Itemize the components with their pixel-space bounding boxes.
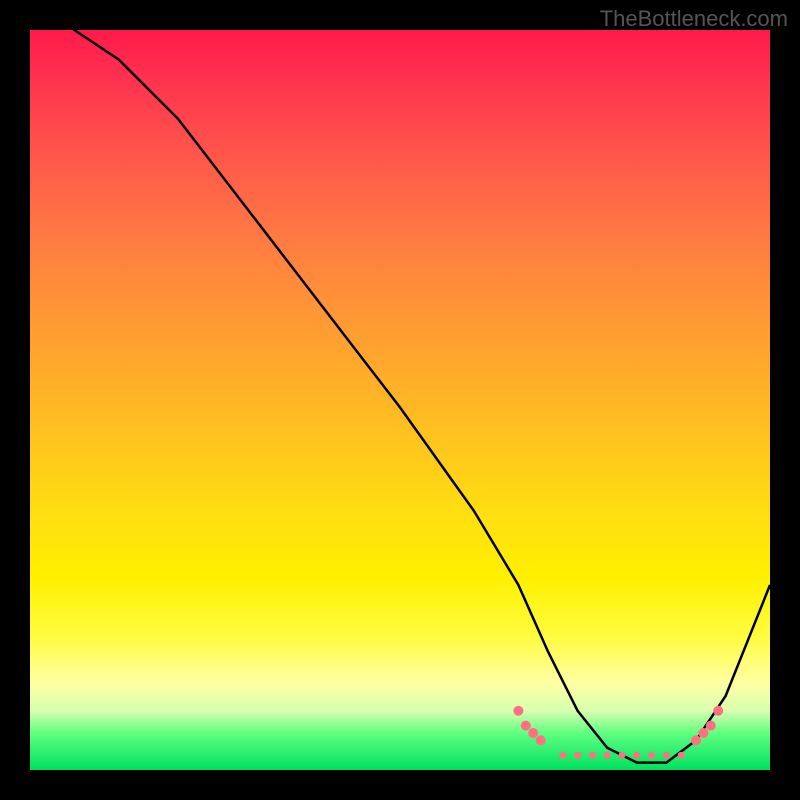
marker-dots	[513, 706, 723, 759]
chart-plot	[30, 30, 770, 770]
watermark-text: TheBottleneck.com	[600, 6, 788, 32]
chart-svg	[30, 30, 770, 770]
curve-line	[30, 30, 770, 763]
